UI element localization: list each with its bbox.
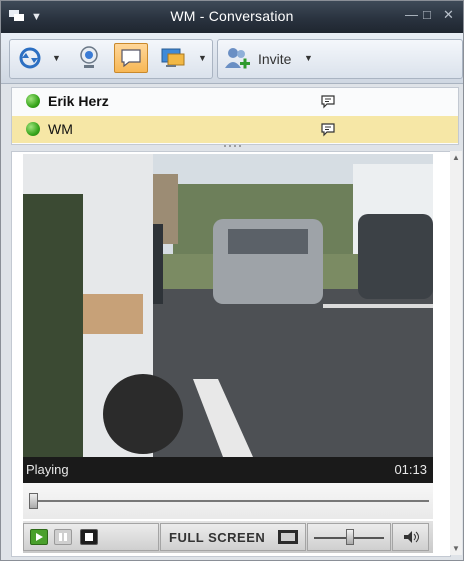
splitter-grip[interactable] bbox=[221, 144, 245, 148]
playback-status-bar: Playing 01:13 bbox=[23, 457, 433, 483]
im-status-icon bbox=[321, 95, 335, 109]
sharing-button[interactable] bbox=[13, 43, 47, 73]
play-button[interactable] bbox=[30, 529, 48, 545]
sharing-icon bbox=[19, 47, 41, 69]
playback-status: Playing bbox=[26, 462, 69, 477]
invite-people-icon bbox=[225, 48, 250, 69]
sharing-dropdown-icon[interactable]: ▼ bbox=[52, 53, 61, 63]
share-desktop-button[interactable] bbox=[156, 43, 190, 73]
pause-icon bbox=[59, 533, 67, 541]
seek-bar[interactable] bbox=[23, 483, 433, 519]
chat-bubble-icon bbox=[121, 49, 141, 68]
participants-list: Erik Herz WM bbox=[11, 87, 459, 145]
video-frame[interactable] bbox=[23, 154, 433, 457]
scroll-up-icon[interactable]: ▲ bbox=[452, 153, 460, 162]
webcam-icon bbox=[80, 46, 98, 68]
invite-label: Invite bbox=[258, 51, 292, 67]
invite-button[interactable]: Invite ▼ bbox=[217, 39, 463, 79]
window-title: WM - Conversation bbox=[170, 8, 294, 24]
im-status-icon bbox=[321, 123, 335, 137]
stop-button[interactable] bbox=[80, 529, 98, 545]
im-button[interactable] bbox=[114, 43, 148, 73]
speaker-icon bbox=[404, 531, 419, 543]
playback-time: 01:13 bbox=[394, 462, 427, 477]
webcam-button[interactable] bbox=[72, 43, 106, 73]
pause-button[interactable] bbox=[54, 529, 72, 545]
participant-name: Erik Herz bbox=[48, 93, 109, 109]
volume-slider[interactable] bbox=[307, 523, 391, 551]
seek-thumb[interactable] bbox=[29, 493, 38, 509]
scroll-down-icon[interactable]: ▼ bbox=[452, 544, 460, 553]
participant-name: WM bbox=[48, 121, 73, 137]
share-desktop-icon bbox=[161, 48, 185, 67]
participant-row[interactable]: WM bbox=[12, 116, 458, 143]
fullscreen-icon bbox=[278, 530, 298, 544]
toolbar-group-actions: ▼ ▼ bbox=[9, 39, 213, 79]
conversation-window: ▼ WM - Conversation — □ ✕ ▼ ▼ Invite ▼ E… bbox=[0, 0, 464, 561]
close-icon[interactable]: ✕ bbox=[443, 7, 454, 23]
participant-row[interactable]: Erik Herz bbox=[12, 88, 458, 115]
presence-online-icon bbox=[26, 122, 40, 136]
title-bar: ▼ WM - Conversation — □ ✕ bbox=[1, 1, 463, 33]
scrollbar[interactable]: ▲ ▼ bbox=[450, 151, 462, 555]
mute-button[interactable] bbox=[392, 523, 429, 551]
minimize-icon[interactable]: — bbox=[405, 7, 418, 22]
invite-dropdown-icon[interactable]: ▼ bbox=[304, 53, 313, 63]
transport-group bbox=[23, 523, 159, 551]
toolbar: ▼ ▼ Invite ▼ bbox=[1, 33, 463, 84]
player-controls: FULL SCREEN bbox=[23, 521, 433, 553]
volume-thumb[interactable] bbox=[346, 529, 354, 545]
fullscreen-label: FULL SCREEN bbox=[169, 530, 266, 545]
presence-online-icon bbox=[26, 94, 40, 108]
stop-icon bbox=[85, 533, 93, 541]
maximize-icon[interactable]: □ bbox=[423, 7, 431, 22]
fullscreen-button[interactable]: FULL SCREEN bbox=[160, 523, 306, 551]
seek-track[interactable] bbox=[33, 500, 429, 502]
share-dropdown-icon[interactable]: ▼ bbox=[198, 53, 207, 63]
video-content bbox=[23, 154, 433, 457]
play-icon bbox=[36, 533, 43, 541]
